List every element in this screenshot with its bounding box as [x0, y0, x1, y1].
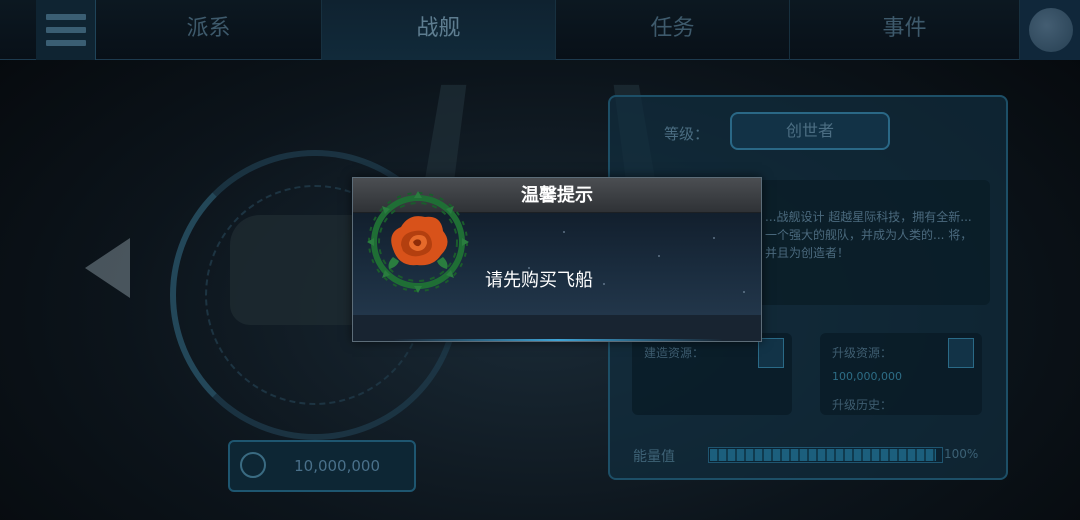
rank-label: 等级：	[664, 125, 710, 143]
tab-faction[interactable]: 派系	[96, 0, 322, 60]
globe-icon	[1029, 8, 1073, 52]
tab-missions[interactable]: 任务	[556, 0, 790, 60]
upgrade-resource-label: 升级资源：	[832, 346, 893, 360]
power-percent: 100%	[944, 447, 979, 461]
hamburger-menu-icon	[46, 14, 86, 20]
dialog-glow-line	[393, 339, 723, 341]
notice-dialog[interactable]: 温馨提示 请先购买飞船	[352, 177, 762, 342]
top-nav-bar: 派系 战舰 任务 事件	[0, 0, 1080, 60]
upgrade-resource-value: 100,000,000	[832, 370, 902, 383]
upgrade-up-button[interactable]	[948, 338, 974, 368]
rank-value: 创世者	[730, 112, 890, 150]
build-up-button[interactable]	[758, 338, 784, 368]
prev-ship-arrow-icon[interactable]	[85, 238, 130, 298]
upgrade-history-label: 升级历史：	[832, 398, 893, 412]
game-screen: 派系 战舰 任务 事件 10,000,000 等级： 创世者 ...战舰设计 超…	[0, 0, 1080, 520]
tab-warship[interactable]: 战舰	[322, 0, 556, 60]
dialog-footer	[353, 315, 761, 341]
globe-button[interactable]	[1020, 0, 1080, 60]
rose-wreath-emblem-icon	[367, 191, 469, 293]
build-resource-label: 建造资源：	[644, 346, 705, 360]
menu-button[interactable]	[36, 0, 96, 60]
power-bar-fill	[710, 449, 936, 461]
dialog-message: 请先购买飞船	[485, 270, 593, 291]
power-label: 能量值	[633, 449, 675, 465]
coin-icon	[240, 452, 266, 478]
tab-events[interactable]: 事件	[790, 0, 1020, 60]
